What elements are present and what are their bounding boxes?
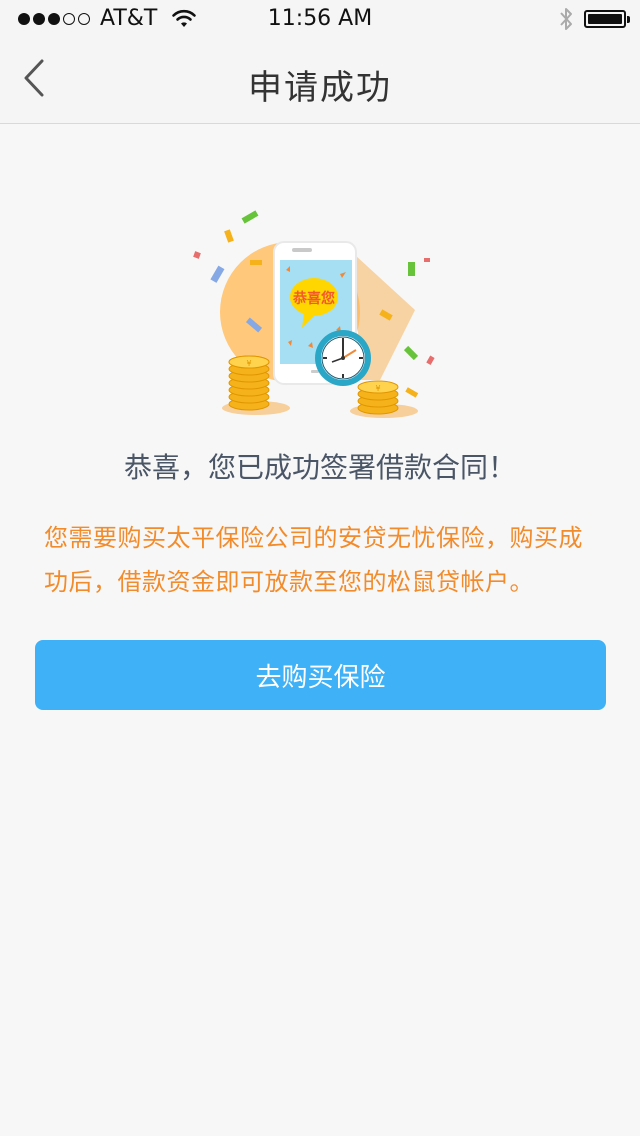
illustration-graphic: 恭喜您 ¥ ¥ xyxy=(193,210,435,418)
buy-insurance-button[interactable]: 去购买保险 xyxy=(35,640,606,710)
status-bar: AT&T 11:56 AM xyxy=(0,0,640,40)
battery-icon xyxy=(584,10,630,28)
battery-fill xyxy=(588,14,622,24)
page-title: 申请成功 xyxy=(248,68,392,108)
badge-text: 恭喜您 xyxy=(292,290,335,307)
clock-icon xyxy=(315,330,371,386)
success-illustration: 恭喜您 ¥ ¥ xyxy=(180,200,460,430)
status-time: 11:56 AM xyxy=(267,6,373,31)
status-right xyxy=(558,6,630,32)
battery-tip xyxy=(627,16,630,23)
insurance-notice: 您需要购买太平保险公司的安贷无忧保险，购买成功后，借款资金即可放款至您的松鼠贷帐… xyxy=(44,524,583,596)
nav-bar: 申请成功 xyxy=(0,40,640,124)
bluetooth-icon xyxy=(560,8,572,30)
coin-stack-icon: ¥ xyxy=(350,380,418,418)
svg-text:¥: ¥ xyxy=(246,359,251,368)
success-message: 恭喜，您已成功签署借款合同！ xyxy=(123,451,516,484)
buy-insurance-button-label: 去购买保险 xyxy=(255,662,386,693)
svg-text:¥: ¥ xyxy=(375,384,380,393)
